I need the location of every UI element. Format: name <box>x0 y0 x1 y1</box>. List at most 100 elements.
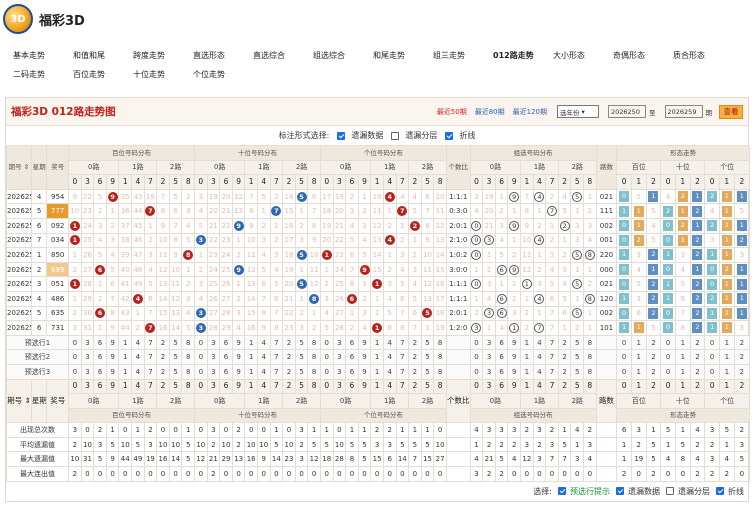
nav-item-1[interactable]: 二码走势 <box>13 69 73 80</box>
miss-cell: 4 <box>382 290 397 307</box>
forecast-digit: 8 <box>583 349 597 365</box>
group-hit: 1 <box>507 320 522 336</box>
miss-cell: 3 <box>319 290 334 307</box>
nav-item-2[interactable]: 和值和尾 <box>73 50 133 61</box>
group-hit: 8 <box>583 290 597 307</box>
stats-value: 3 <box>494 422 509 438</box>
forecast-digit: 3 <box>206 363 221 380</box>
forecast-digit: 1 <box>118 363 133 380</box>
nav-item-5[interactable]: 直选综合 <box>253 50 313 61</box>
forecast-row[interactable]: 预选行2 0 3 6 9 1 4 7 2 5 8 0 3 6 9 1 4 7 2 5 8 0 3 6 9 1 4 7 2 5 8 0 3 6 9 1 4… <box>5 349 751 365</box>
forecast-digit: 2 <box>557 363 572 380</box>
form-digit-header: 1 <box>674 174 691 190</box>
polyline-checkbox[interactable] <box>445 131 454 140</box>
stats-value: 0 <box>105 466 120 482</box>
nav-item-7[interactable]: 和尾走势 <box>373 50 433 61</box>
forecast-digit: 7 <box>545 334 559 351</box>
issue-cell: 2026257 <box>6 290 32 307</box>
polyline-label: 折线 <box>459 131 476 140</box>
nav-item-4[interactable]: 直选形态 <box>193 50 253 61</box>
miss-cell: 5 <box>357 247 372 263</box>
forecast-digit: 2 <box>156 363 170 380</box>
nav-row-1: 基本走势 和值和尾 跨度走势 直选形态 直选综合 组选综合 和尾走势 组三走势 012路走势 大小… <box>13 46 743 65</box>
form-digit-header: 0 <box>616 378 632 395</box>
query-button[interactable]: 查看 <box>719 104 743 119</box>
nav-item-9[interactable]: 012路走势 <box>493 50 553 61</box>
stats-value: 14 <box>395 451 410 468</box>
form-miss: 5 <box>645 320 662 336</box>
nav-item-10[interactable]: 大小形态 <box>553 50 613 61</box>
form-miss: 3 <box>704 232 720 249</box>
forecast-digit: 5 <box>570 334 584 351</box>
foot-missing-data-checkbox[interactable] <box>616 487 624 495</box>
forecast-ls <box>595 363 618 380</box>
forecast-row[interactable]: 预选行3 0 3 6 9 1 4 7 2 5 8 0 3 6 9 1 4 7 2 5 8 0 3 6 9 1 4 7 2 5 8 0 3 6 9 1 4… <box>5 363 751 380</box>
stats-value: 2 <box>206 436 221 453</box>
miss-cell: 10 <box>168 261 183 278</box>
forecast-digit: 0 <box>68 334 82 351</box>
foot-missing-layer-checkbox[interactable] <box>666 487 674 495</box>
recent-50-link[interactable]: 最近50期 <box>437 107 467 117</box>
miss-cell: 12 <box>156 261 170 278</box>
recent-120-link[interactable]: 最近120期 <box>513 107 547 117</box>
miss-cell: 19 <box>282 261 296 278</box>
form-hit: 1 <box>645 188 662 205</box>
digit-header: 0 <box>194 378 208 395</box>
nav-item-3[interactable]: 跨度走势 <box>133 50 193 61</box>
stats-value: 3 <box>370 436 384 453</box>
digit-header: 1 <box>520 378 534 395</box>
forecast-digit: 7 <box>143 363 158 380</box>
lushu-cell: 002 <box>595 217 618 234</box>
stats-value: 3 <box>532 422 547 438</box>
nav-item-8[interactable]: 组三走势 <box>433 50 493 61</box>
missing-layer-checkbox[interactable] <box>391 131 400 140</box>
miss-cell: 28 <box>80 276 95 292</box>
miss-cell: 23 <box>206 247 221 263</box>
miss-cell: 5 <box>345 232 359 249</box>
miss-cell: 8 <box>244 203 258 219</box>
forecast-form: 1 <box>630 363 647 380</box>
issue-cell: 2026253 <box>6 232 32 249</box>
foot-polyline-checkbox[interactable] <box>716 487 724 495</box>
nav-item-11[interactable]: 奇偶形态 <box>613 50 673 61</box>
digit-header: 6 <box>494 378 509 395</box>
nav-item-2[interactable]: 百位走势 <box>73 69 133 80</box>
year-select[interactable]: 选年份 ▾ <box>557 105 599 118</box>
miss-cell: 13 <box>156 276 170 292</box>
hit-ball: 6 <box>93 305 107 322</box>
forecast-row[interactable]: 预选行1 0 3 6 9 1 4 7 2 5 8 0 3 6 9 1 4 7 2 5 8 0 3 6 9 1 4 7 2 5 8 0 3 6 9 1 4… <box>5 334 751 351</box>
miss-cell: 20 <box>219 188 233 205</box>
form-hit: 1 <box>674 203 691 219</box>
nav-item-1[interactable]: 基本走势 <box>13 50 73 61</box>
miss-cell: 15 <box>156 305 170 322</box>
form-hit: 2 <box>645 247 662 263</box>
miss-cell: 9 <box>307 232 321 249</box>
forecast-digit: 0 <box>469 334 484 351</box>
stats-value: 5 <box>105 436 120 453</box>
digit-header: 9 <box>357 378 372 395</box>
miss-cell: 3 <box>345 203 359 219</box>
week-header: 星期 <box>30 145 48 190</box>
forecast-hint-checkbox[interactable] <box>558 487 566 495</box>
issue-cell: 2026251 <box>6 203 32 219</box>
forecast-digit: 3 <box>482 349 496 365</box>
nav-item-3[interactable]: 十位走势 <box>133 69 193 80</box>
nav-item-6[interactable]: 组选综合 <box>313 50 373 61</box>
hit-ball: 9 <box>231 261 246 278</box>
to-issue-input[interactable]: 2026259 <box>664 105 703 118</box>
week-cell: 6 <box>30 217 48 234</box>
nav-item-4[interactable]: 个位走势 <box>193 69 253 80</box>
miss-cell: 2 <box>269 188 284 205</box>
nav-item-12[interactable]: 质合形态 <box>673 50 733 61</box>
stats-row: 平均遗漏值 2 10 3 5 10 5 3 10 10 5 10 2 10 2 10 10 5 10 2 5 5 10 5 5 3… <box>5 436 751 453</box>
stats-value: 0 <box>269 466 284 482</box>
forecast-ls <box>595 334 618 351</box>
form-miss: 3 <box>733 247 751 263</box>
missing-data-checkbox[interactable] <box>337 131 346 140</box>
recent-80-link[interactable]: 最近80期 <box>475 107 505 117</box>
miss-cell: 7 <box>395 305 410 322</box>
from-issue-input[interactable]: 2026250 <box>608 105 646 118</box>
table-row: 2026254185012654394731198123242114318510… <box>6 247 751 263</box>
issue-header-bottom: 期号 ⇕ <box>6 378 32 424</box>
stats-value: 9 <box>256 451 271 468</box>
